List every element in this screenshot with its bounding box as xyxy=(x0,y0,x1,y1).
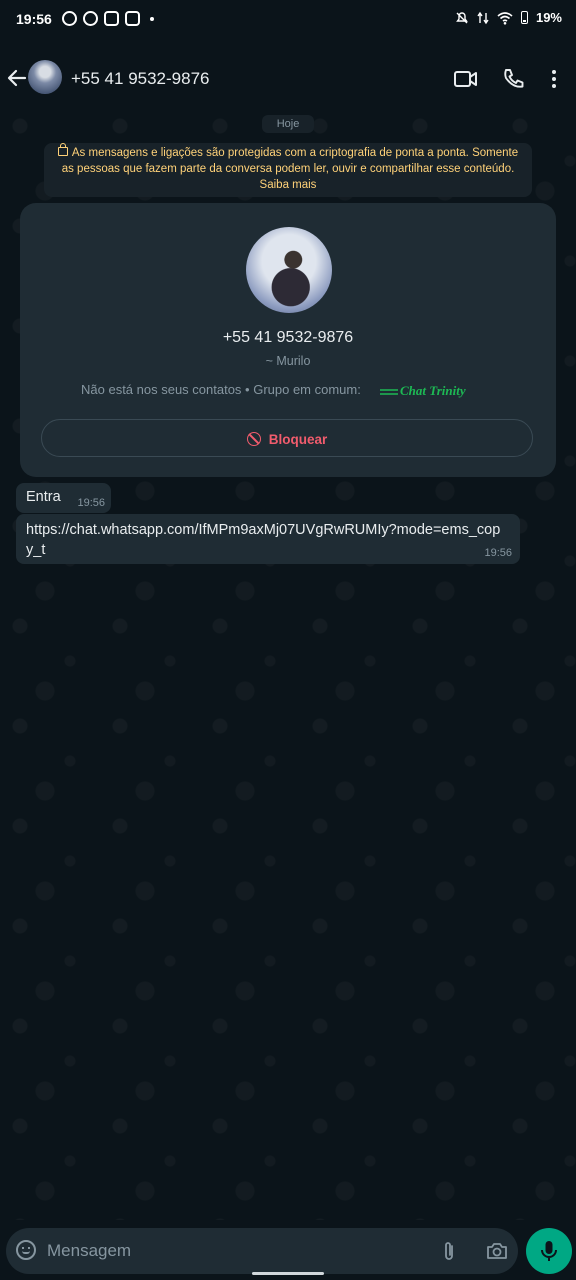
contact-phone: +55 41 9532-9876 xyxy=(222,329,354,346)
message-composer[interactable]: Mensagem xyxy=(6,1228,518,1274)
back-arrow-icon[interactable] xyxy=(6,67,28,89)
emoji-icon[interactable] xyxy=(16,1240,36,1260)
more-vert-icon[interactable] xyxy=(541,67,567,91)
message-time: 19:56 xyxy=(484,547,512,559)
data-arrows-icon xyxy=(477,11,489,24)
message-time: 19:56 xyxy=(77,497,105,509)
message-input[interactable]: Mensagem xyxy=(47,1241,131,1261)
status-bar: 19:56 19% xyxy=(0,0,576,40)
contact-profile-photo[interactable] xyxy=(246,227,332,313)
status-time: 19:56 xyxy=(16,11,52,27)
phone-icon[interactable] xyxy=(501,67,527,91)
block-icon xyxy=(246,432,261,446)
contact-avatar[interactable] xyxy=(28,60,62,94)
whatsapp-icon xyxy=(83,11,98,26)
block-button[interactable]: Bloquear xyxy=(41,419,533,457)
contact-push-name: ~ Murilo xyxy=(265,354,311,368)
contact-title[interactable]: +55 41 9532-9876 xyxy=(71,69,210,89)
home-indicator[interactable] xyxy=(252,1272,324,1275)
contact-info: Não está nos seus contatos • Grupo em co… xyxy=(81,382,361,397)
block-label: Bloquear xyxy=(268,432,328,447)
message-link[interactable]: https://chat.whatsapp.com/IfMPm9axMj07UV… xyxy=(26,520,506,560)
unknown-contact-card: +55 41 9532-9876 ~ Murilo Não está nos s… xyxy=(20,203,556,477)
group-logo-image: Chat Trinity xyxy=(380,383,466,398)
wifi-icon xyxy=(497,11,513,25)
system-icons: 19% xyxy=(455,10,562,25)
instagram-icon xyxy=(104,11,119,26)
block-button-content: Bloquear xyxy=(42,430,532,447)
date-chip: Hoje xyxy=(262,115,314,133)
video-call-icon[interactable] xyxy=(453,67,479,91)
mic-icon xyxy=(541,1241,557,1261)
attach-icon[interactable] xyxy=(442,1240,456,1262)
group-logo: Chat Trinity xyxy=(378,379,518,405)
message-bubble[interactable]: Entra 19:56 xyxy=(16,483,111,513)
message-bubble[interactable]: https://chat.whatsapp.com/IfMPm9axMj07UV… xyxy=(16,514,520,564)
mute-icon xyxy=(456,11,468,23)
battery-percent: 19% xyxy=(535,10,562,25)
whatsapp-icon xyxy=(62,11,77,26)
mic-button[interactable] xyxy=(526,1228,572,1274)
instagram-icon xyxy=(125,11,140,26)
camera-icon[interactable] xyxy=(486,1241,508,1261)
lock-icon xyxy=(57,143,68,156)
chat-header: +55 41 9532-9876 xyxy=(0,40,576,106)
battery-icon xyxy=(520,11,528,24)
message-text: Entra xyxy=(26,489,61,505)
notification-icons xyxy=(62,11,154,26)
encryption-notice[interactable]: As mensagens e ligações são protegidas c… xyxy=(44,143,532,197)
encryption-notice-text: As mensagens e ligações são protegidas c… xyxy=(61,147,519,191)
group-logo-text: Chat Trinity xyxy=(400,383,466,398)
more-notifications-dot xyxy=(150,16,154,21)
